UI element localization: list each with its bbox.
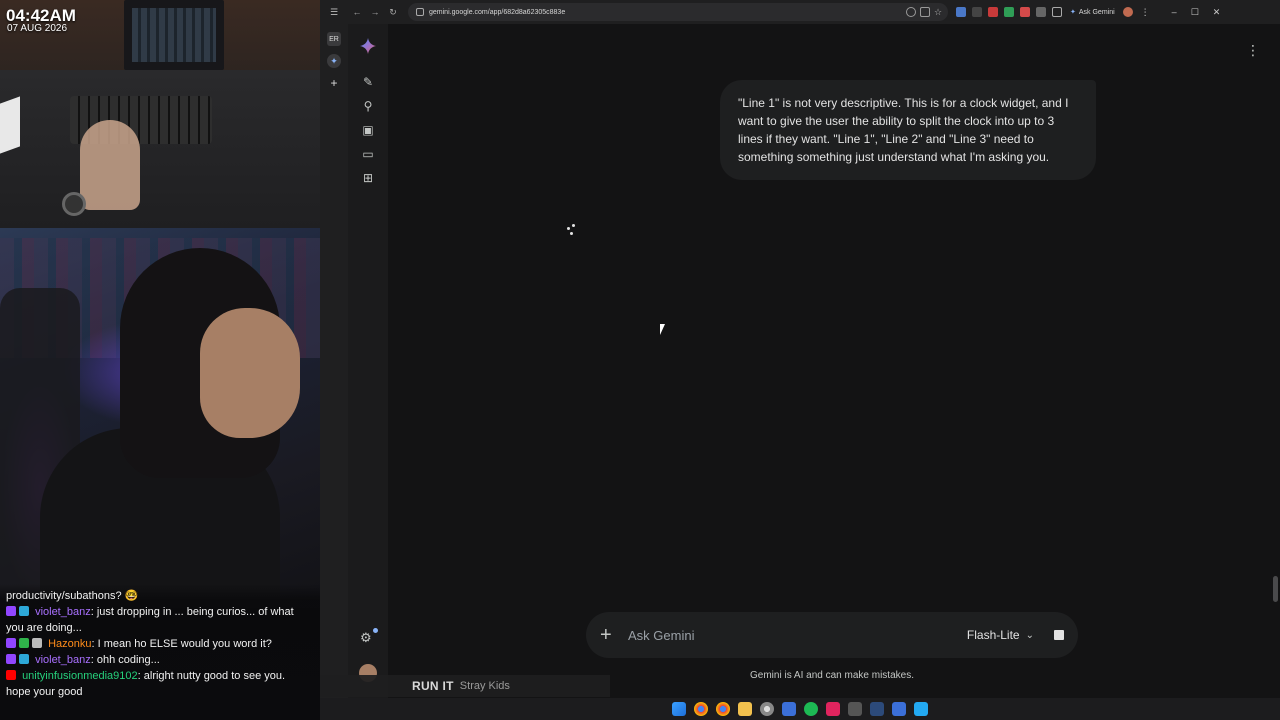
extension-icon[interactable] — [1036, 7, 1046, 17]
mouse-cursor-icon — [660, 324, 670, 335]
chat-line: productivity/subathons? 🤓 — [6, 590, 139, 602]
browser-window: ☰ ← → ↻ gemini.google.com/app/682d8a6230… — [320, 0, 1280, 700]
bookmark-star-icon[interactable]: ☆ — [934, 7, 944, 17]
screen: 04:42AM 07 AUG 2026 productivity/subatho… — [0, 0, 1280, 720]
prompt-input[interactable] — [628, 627, 967, 643]
subscriber-badge-icon — [19, 654, 29, 664]
gemini-logo-icon[interactable] — [360, 38, 376, 54]
extensions-puzzle-icon[interactable] — [1052, 7, 1062, 17]
gemini-tab-icon[interactable]: ✦ — [327, 54, 341, 68]
model-selector[interactable]: Flash-Lite — [967, 628, 1020, 642]
chevron-down-icon[interactable]: ⌄ — [1026, 630, 1034, 641]
add-attachment-icon[interactable]: + — [600, 624, 628, 647]
app-icon[interactable] — [870, 702, 884, 716]
maximize-icon[interactable]: ☐ — [1191, 7, 1199, 18]
url-text: gemini.google.com/app/682d8a62305c883e — [429, 8, 566, 16]
stream-overlay: 04:42AM 07 AUG 2026 productivity/subatho… — [0, 0, 320, 720]
chat-username: unityinfusionmedia9102 — [22, 670, 138, 682]
eye-off-icon[interactable] — [920, 7, 930, 17]
extension-icon[interactable] — [988, 7, 998, 17]
zoom-icon[interactable] — [906, 7, 916, 17]
close-icon[interactable]: ✕ — [1213, 7, 1221, 18]
stream-clock-date: 07 AUG 2026 — [7, 23, 68, 34]
stream-chat: productivity/subathons? 🤓 violet_banz: j… — [0, 584, 320, 720]
twitch-icon — [6, 606, 16, 616]
site-info-icon[interactable] — [416, 8, 424, 16]
workspace-icon[interactable]: ER — [327, 32, 341, 46]
moderator-shield-icon — [19, 638, 29, 648]
now-playing-banner: RUN IT Stray Kids — [320, 675, 610, 697]
chrome-icon[interactable] — [694, 702, 708, 716]
extension-icon[interactable] — [1004, 7, 1014, 17]
extension-icon[interactable] — [1020, 7, 1030, 17]
chrome-icon[interactable] — [716, 702, 730, 716]
gems-icon[interactable]: ▭ — [348, 142, 388, 166]
spotify-icon[interactable] — [804, 702, 818, 716]
user-message-bubble: "Line 1" is not very descriptive. This i… — [720, 80, 1096, 180]
file-explorer-icon[interactable] — [738, 702, 752, 716]
app-icon[interactable] — [848, 702, 862, 716]
reload-icon[interactable]: ↻ — [384, 0, 402, 24]
stream-deck — [124, 0, 224, 70]
vscode-icon[interactable] — [914, 702, 928, 716]
loading-spinner-icon — [564, 224, 578, 238]
twitch-icon — [6, 638, 16, 648]
browser-toolbar: ☰ ← → ↻ gemini.google.com/app/682d8a6230… — [320, 0, 1280, 24]
chrome-icon[interactable] — [760, 702, 774, 716]
window-controls: – ☐ ✕ — [1172, 7, 1231, 18]
search-icon[interactable]: ⚲ — [348, 94, 388, 118]
watch — [62, 192, 86, 216]
face-camera — [0, 228, 320, 608]
desk-camera: 04:42AM 07 AUG 2026 — [0, 0, 320, 228]
profile-avatar-icon[interactable] — [1122, 7, 1133, 17]
chat-line-cont: hope your good — [6, 686, 83, 698]
browser-menu-icon[interactable]: ⋮ — [1141, 7, 1150, 18]
new-chat-icon[interactable]: ✎ — [348, 70, 388, 94]
library-icon[interactable]: ▣ — [348, 118, 388, 142]
app-icon[interactable] — [782, 702, 796, 716]
streamer-face — [200, 308, 300, 438]
extension-bar — [956, 7, 1062, 17]
minimize-icon[interactable]: – — [1172, 7, 1177, 18]
ai-disclaimer: Gemini is AI and can make mistakes. — [750, 670, 914, 681]
ask-gemini-button[interactable]: ✦ Ask Gemini — [1070, 8, 1115, 17]
forward-icon[interactable]: → — [366, 0, 384, 24]
chat-username: violet_banz — [35, 606, 91, 618]
windows-taskbar — [320, 698, 1280, 720]
prompt-input-bar: + Flash-Lite ⌄ — [586, 612, 1078, 658]
chat-username: violet_banz — [35, 654, 91, 666]
notification-dot — [373, 628, 378, 633]
song-title: RUN IT — [412, 679, 454, 693]
stop-generation-icon[interactable] — [1054, 630, 1064, 640]
more-options-icon[interactable]: ⋮ — [1246, 42, 1260, 59]
gemini-spark-icon: ✦ — [1070, 9, 1076, 16]
chat-line: violet_banz: just dropping in ... being … — [6, 604, 314, 620]
twitch-icon — [6, 654, 16, 664]
infinity-badge-icon — [32, 638, 42, 648]
subscriber-badge-icon — [19, 606, 29, 616]
chat-line: violet_banz: ohh coding... — [6, 652, 314, 668]
chat-line: Hazonku: I mean ho ELSE would you word i… — [6, 636, 314, 652]
scrollbar[interactable] — [1273, 576, 1278, 602]
music-app-icon[interactable] — [826, 702, 840, 716]
chat-line: unityinfusionmedia9102: alright nutty go… — [6, 668, 314, 684]
browser-side-rail: ER ✦ + — [320, 24, 348, 700]
song-artist: Stray Kids — [459, 680, 510, 692]
windows-start-icon[interactable] — [672, 702, 686, 716]
gemini-chat-area: ⋮ "Line 1" is not very descriptive. This… — [388, 24, 1280, 700]
chat-username: Hazonku — [48, 638, 92, 650]
chat-line-cont: you are doing... — [6, 622, 82, 634]
extension-icon[interactable] — [972, 7, 982, 17]
apps-icon[interactable]: ⊞ — [348, 166, 388, 190]
address-bar[interactable]: gemini.google.com/app/682d8a62305c883e ☆ — [408, 3, 948, 21]
new-tab-icon[interactable]: + — [327, 76, 341, 90]
vertical-tabs-icon[interactable]: ☰ — [320, 0, 348, 24]
youtube-icon — [6, 670, 16, 680]
extension-icon[interactable] — [956, 7, 966, 17]
gemini-sidebar: ✎ ⚲ ▣ ▭ ⊞ ⚙ — [348, 24, 388, 700]
app-icon[interactable] — [892, 702, 906, 716]
back-icon[interactable]: ← — [348, 0, 366, 24]
